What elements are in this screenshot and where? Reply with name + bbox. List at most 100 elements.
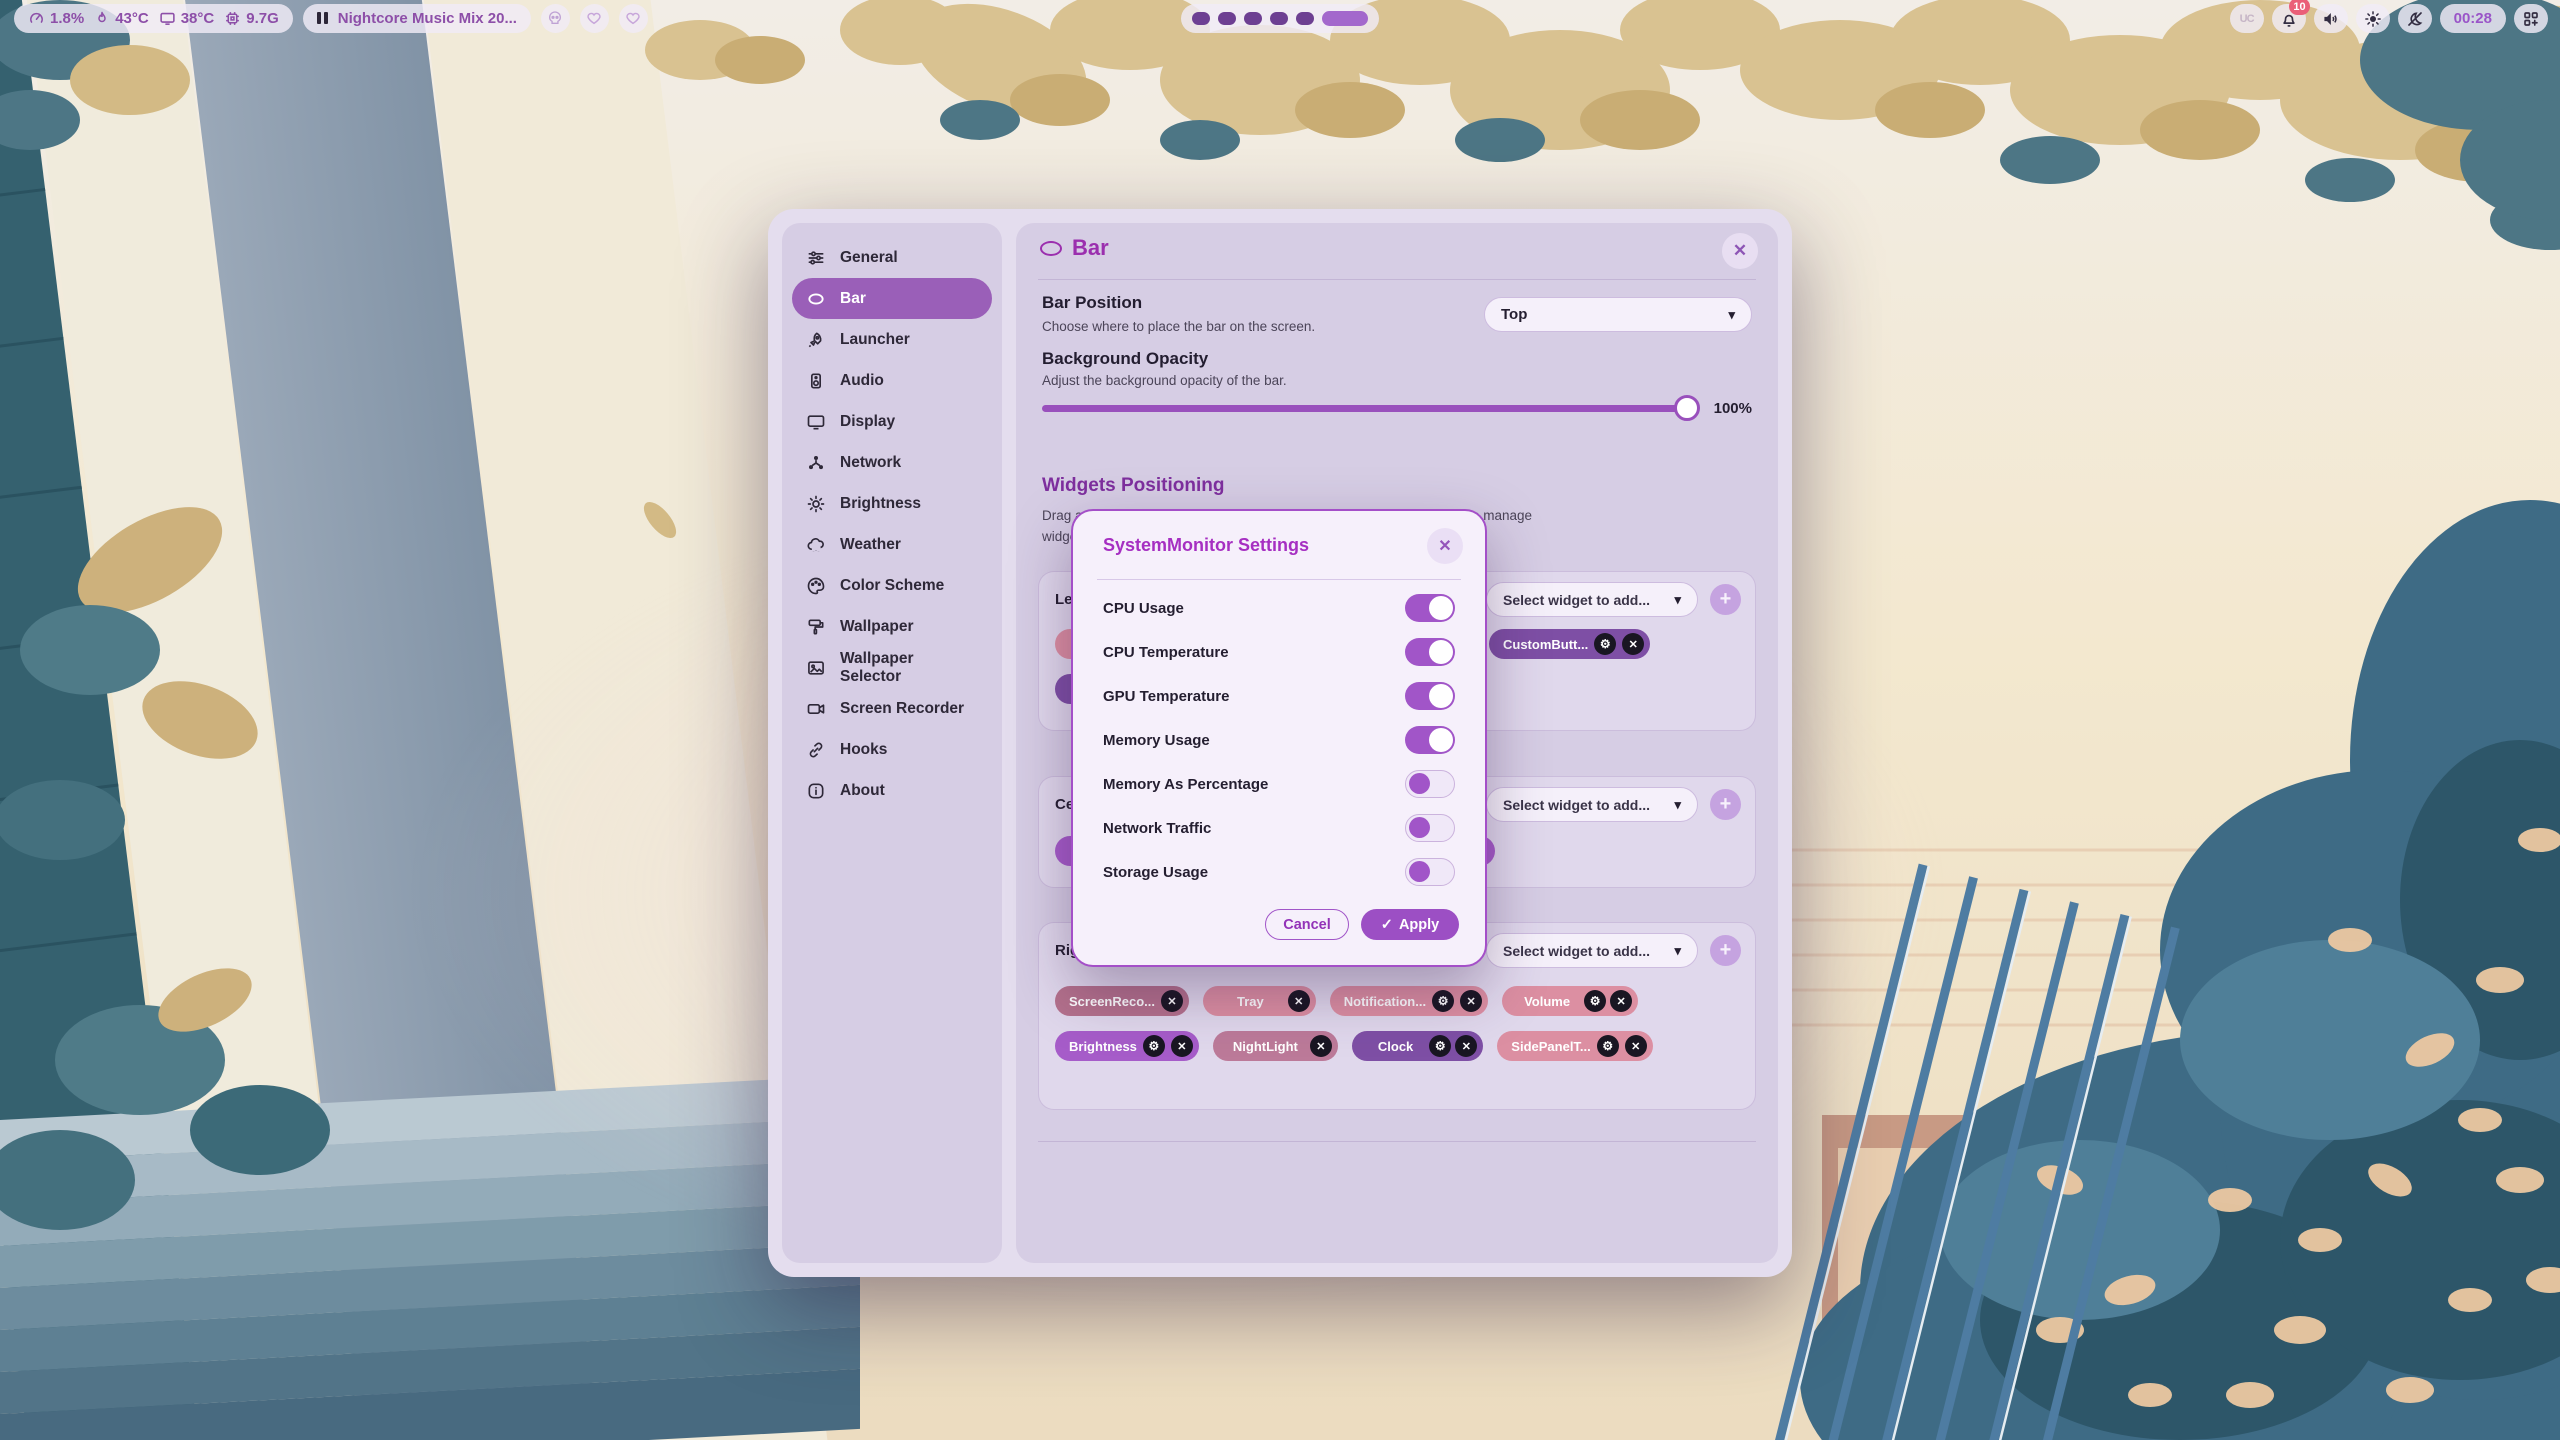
- opacity-slider-thumb[interactable]: [1674, 395, 1700, 421]
- favorite-button-1[interactable]: [580, 4, 609, 33]
- sidebar-item-color-scheme[interactable]: Color Scheme: [792, 565, 992, 606]
- favorite-button-2[interactable]: [619, 4, 648, 33]
- toggle-row-storage-usage: Storage Usage: [1103, 857, 1455, 887]
- sidebar-item-hooks[interactable]: Hooks: [792, 729, 992, 770]
- gear-icon[interactable]: ⚙: [1432, 990, 1454, 1012]
- remove-icon[interactable]: ✕: [1288, 990, 1310, 1012]
- heart-icon: [586, 10, 602, 26]
- sidebar-item-wallpaper-selector[interactable]: Wallpaper Selector: [792, 647, 992, 688]
- workspace-dot-1[interactable]: [1192, 12, 1210, 25]
- sidebar-item-bar[interactable]: Bar: [792, 278, 992, 319]
- sidebar-item-weather[interactable]: Weather: [792, 524, 992, 565]
- widget-chip-brightness[interactable]: Brightness ⚙ ✕: [1055, 1031, 1199, 1061]
- remove-icon[interactable]: ✕: [1171, 1035, 1193, 1057]
- media-widget[interactable]: Nightcore Music Mix 20...: [303, 4, 531, 33]
- window-close-button[interactable]: ✕: [1722, 233, 1758, 269]
- workspace-dot-5[interactable]: [1296, 12, 1314, 25]
- modal-close-button[interactable]: ✕: [1427, 528, 1463, 564]
- brightness-button[interactable]: [2356, 4, 2390, 33]
- network-traffic-toggle[interactable]: [1405, 814, 1455, 842]
- sidebar-item-brightness[interactable]: Brightness: [792, 483, 992, 524]
- cpu-usage-toggle[interactable]: [1405, 594, 1455, 622]
- workspace-active-pill[interactable]: [1322, 11, 1368, 26]
- workspace-dot-4[interactable]: [1270, 12, 1288, 25]
- bar-oval-icon: [1040, 241, 1062, 256]
- right-add-widget-button[interactable]: +: [1710, 935, 1741, 966]
- workspace-dot-3[interactable]: [1244, 12, 1262, 25]
- sidebar-item-general[interactable]: General: [792, 237, 992, 278]
- bar-position-select[interactable]: Top ▾: [1484, 297, 1752, 332]
- gear-icon[interactable]: ⚙: [1584, 990, 1606, 1012]
- clock-widget[interactable]: 00:28: [2440, 4, 2506, 33]
- sidebar-item-label: Screen Recorder: [840, 700, 964, 718]
- sidebar-item-wallpaper[interactable]: Wallpaper: [792, 606, 992, 647]
- dashboard-button[interactable]: [2514, 4, 2548, 33]
- opacity-slider-track[interactable]: [1042, 405, 1698, 412]
- gpu-temperature-toggle[interactable]: [1405, 682, 1455, 710]
- workspace-indicator: [1181, 4, 1379, 33]
- apply-button[interactable]: ✓ Apply: [1361, 909, 1459, 940]
- right-add-widget-select[interactable]: Select widget to add... ▾: [1486, 933, 1698, 968]
- remove-icon[interactable]: ✕: [1310, 1035, 1332, 1057]
- system-stats-widget[interactable]: 1.8% 43°C 38°C 9.7G: [14, 4, 293, 33]
- sidebar-item-label: Display: [840, 413, 895, 431]
- cpu-temperature-toggle[interactable]: [1405, 638, 1455, 666]
- widget-chip-clock[interactable]: Clock ⚙ ✕: [1352, 1031, 1483, 1061]
- gear-icon[interactable]: ⚙: [1429, 1035, 1451, 1057]
- memory-usage-toggle[interactable]: [1405, 726, 1455, 754]
- widget-chip-volume[interactable]: Volume ⚙ ✕: [1502, 986, 1638, 1016]
- remove-icon[interactable]: ✕: [1455, 1035, 1477, 1057]
- center-add-widget-button[interactable]: +: [1710, 789, 1741, 820]
- sidebar-item-about[interactable]: About: [792, 770, 992, 811]
- left-add-widget-select[interactable]: Select widget to add... ▾: [1486, 582, 1698, 617]
- gear-icon[interactable]: ⚙: [1597, 1035, 1619, 1057]
- sidebar-item-launcher[interactable]: Launcher: [792, 319, 992, 360]
- volume-button[interactable]: [2314, 4, 2348, 33]
- chip-label: Tray: [1237, 994, 1264, 1009]
- center-add-widget-select[interactable]: Select widget to add... ▾: [1486, 787, 1698, 822]
- sidebar-item-audio[interactable]: Audio: [792, 360, 992, 401]
- widget-chip-sidepaneltoggle[interactable]: SidePanelT... ⚙ ✕: [1497, 1031, 1652, 1061]
- toggle-label: Memory As Percentage: [1103, 776, 1268, 793]
- remove-icon[interactable]: ✕: [1610, 990, 1632, 1012]
- notifications-button[interactable]: 10: [2272, 4, 2306, 33]
- remove-icon[interactable]: ✕: [1622, 633, 1644, 655]
- toggle-row-cpu-temperature: CPU Temperature: [1103, 637, 1455, 667]
- tray-app-button[interactable]: UC: [2230, 4, 2264, 33]
- cancel-button[interactable]: Cancel: [1265, 909, 1349, 940]
- toggle-label: CPU Temperature: [1103, 644, 1229, 661]
- widget-chip-custombutton[interactable]: CustomButt... ⚙ ✕: [1489, 629, 1650, 659]
- memory-as-percentage-toggle[interactable]: [1405, 770, 1455, 798]
- widget-chip-screenrecorder[interactable]: ScreenReco... ✕: [1055, 986, 1189, 1016]
- widget-chip-notification[interactable]: Notification... ⚙ ✕: [1330, 986, 1488, 1016]
- modal-title: SystemMonitor Settings: [1103, 535, 1309, 556]
- chip-label: SidePanelT...: [1511, 1039, 1590, 1054]
- rocket-icon: [806, 330, 826, 350]
- bottom-divider: [1038, 1141, 1756, 1142]
- background-opacity-label: Background Opacity: [1042, 349, 1208, 369]
- remove-icon[interactable]: ✕: [1460, 990, 1482, 1012]
- gear-icon[interactable]: ⚙: [1143, 1035, 1165, 1057]
- sidebar-item-label: Network: [840, 454, 901, 472]
- widget-chip-nightlight[interactable]: NightLight ✕: [1213, 1031, 1338, 1061]
- paint-roller-icon: [806, 617, 826, 637]
- storage-usage-toggle[interactable]: [1405, 858, 1455, 886]
- sidebar-item-display[interactable]: Display: [792, 401, 992, 442]
- night-light-button[interactable]: [2398, 4, 2432, 33]
- sidebar-item-label: Hooks: [840, 741, 887, 759]
- sidebar-item-screen-recorder[interactable]: Screen Recorder: [792, 688, 992, 729]
- chip-label: ScreenReco...: [1069, 994, 1155, 1009]
- left-add-widget-button[interactable]: +: [1710, 584, 1741, 615]
- skull-button[interactable]: [541, 4, 570, 33]
- widget-chip-tray[interactable]: Tray ✕: [1203, 986, 1316, 1016]
- desktop: 1.8% 43°C 38°C 9.7G Nightcore Music Mix …: [0, 0, 2560, 1440]
- toggle-label: Storage Usage: [1103, 864, 1208, 881]
- select-placeholder: Select widget to add...: [1503, 797, 1650, 813]
- remove-icon[interactable]: ✕: [1625, 1035, 1647, 1057]
- gear-icon[interactable]: ⚙: [1594, 633, 1616, 655]
- workspace-dot-2[interactable]: [1218, 12, 1236, 25]
- close-icon: ✕: [1733, 241, 1747, 261]
- bar-oval-icon: [806, 289, 826, 309]
- remove-icon[interactable]: ✕: [1161, 990, 1183, 1012]
- sidebar-item-network[interactable]: Network: [792, 442, 992, 483]
